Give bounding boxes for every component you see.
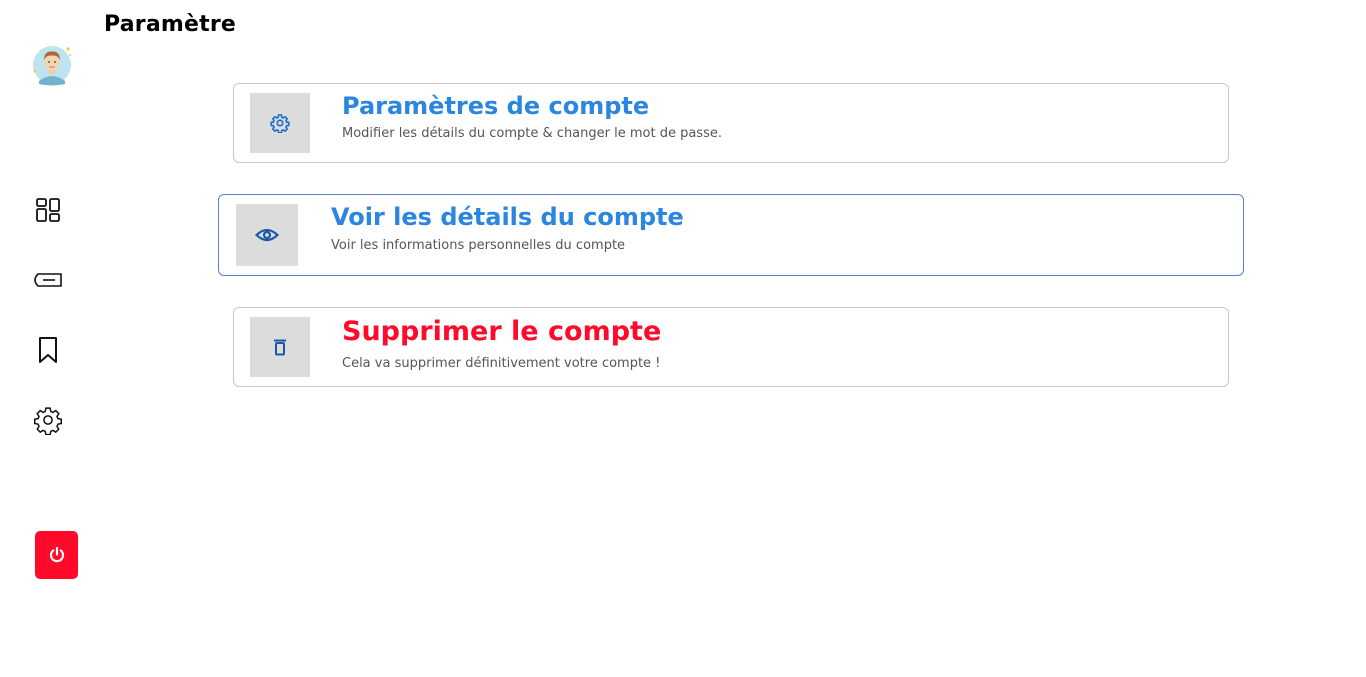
- trash-icon: [274, 339, 286, 356]
- ticket-icon[interactable]: [30, 262, 66, 298]
- dashboard-icon[interactable]: [30, 192, 66, 228]
- card-icon-box: [236, 204, 298, 266]
- card-title: Paramètres de compte: [342, 92, 650, 120]
- gear-icon[interactable]: [30, 402, 66, 438]
- card-description: Modifier les détails du compte & changer…: [342, 126, 722, 141]
- card-title: Voir les détails du compte: [331, 203, 684, 231]
- card-description: Voir les informations personnelles du co…: [331, 238, 626, 253]
- card-title: Supprimer le compte: [342, 316, 662, 347]
- page-title: Paramètre: [104, 12, 237, 37]
- card-description: Cela va supprimer définitivement votre c…: [342, 356, 661, 371]
- avatar[interactable]: [30, 43, 74, 87]
- gear-icon: [270, 114, 290, 133]
- delete-account-card[interactable]: Supprimer le compte Cela va supprimer dé…: [233, 307, 1229, 387]
- account-settings-card[interactable]: Paramètres de compte Modifier les détail…: [233, 83, 1229, 163]
- settings-page: Paramètre Paramètres de compte Modifier …: [0, 0, 1366, 677]
- power-icon: [49, 546, 64, 563]
- bookmark-icon[interactable]: [30, 332, 66, 368]
- card-icon-box: [250, 93, 310, 153]
- view-account-details-card[interactable]: Voir les détails du compte Voir les info…: [218, 194, 1244, 276]
- card-icon-box: [250, 317, 310, 377]
- eye-icon: [255, 228, 279, 242]
- logout-button[interactable]: [35, 531, 78, 579]
